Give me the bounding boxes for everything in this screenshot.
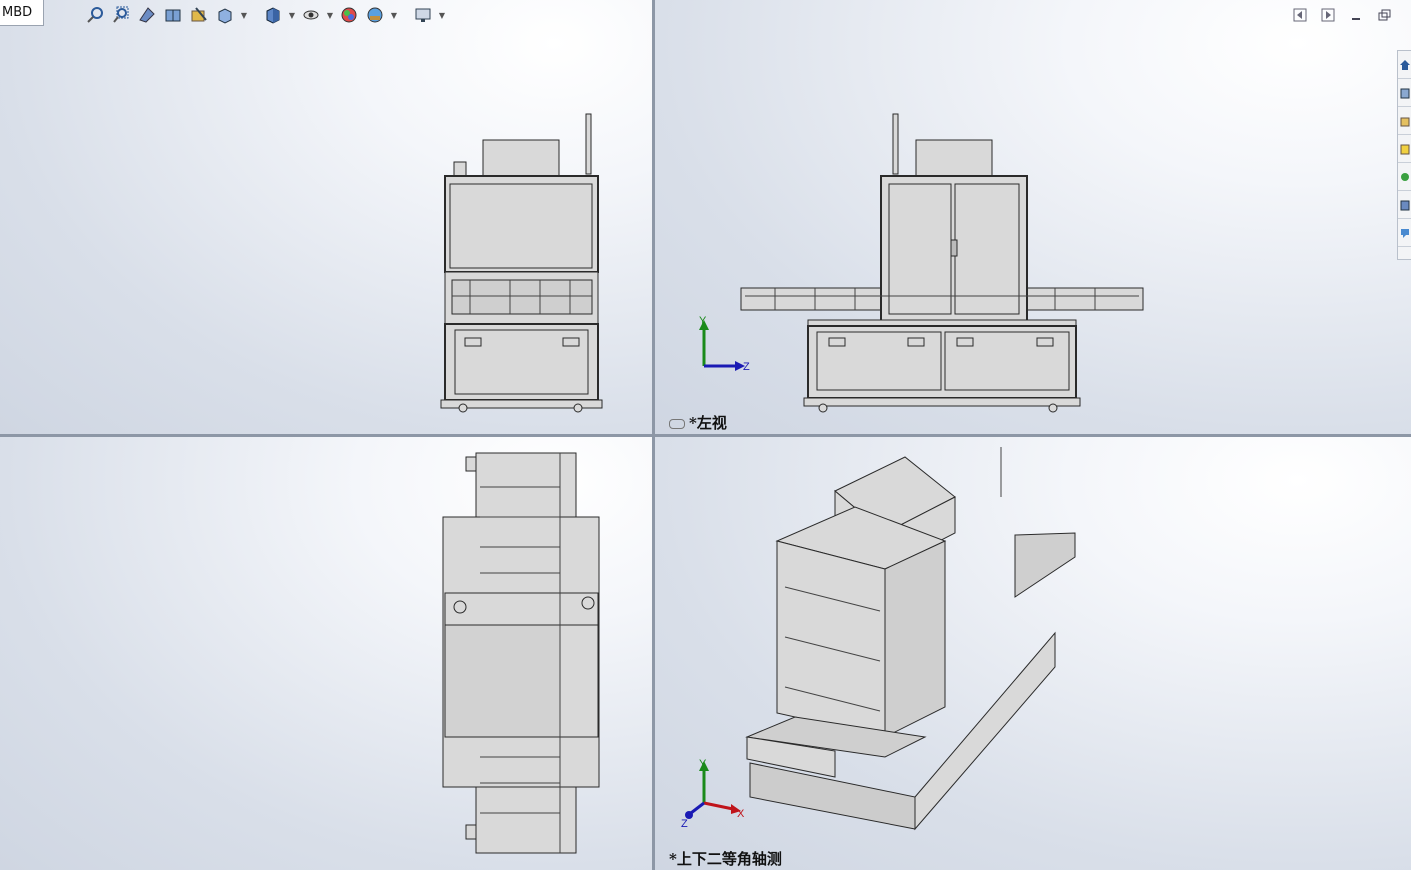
minimize-icon[interactable]	[1347, 6, 1365, 24]
link-views-right-icon[interactable]	[1319, 6, 1337, 24]
chevron-down-icon[interactable]: ▼	[438, 4, 446, 26]
chevron-down-icon[interactable]: ▼	[288, 4, 296, 26]
view-palette-icon[interactable]	[1398, 135, 1411, 163]
view-settings-icon[interactable]	[412, 4, 434, 26]
file-explorer-icon[interactable]	[1398, 107, 1411, 135]
triad-x-label: X	[737, 808, 745, 820]
zoom-to-fit-icon[interactable]	[84, 4, 106, 26]
mbd-tab[interactable]: MBD	[0, 0, 44, 26]
chevron-down-icon[interactable]: ▼	[390, 4, 398, 26]
viewport-front[interactable]	[0, 0, 652, 434]
hide-show-items-icon[interactable]	[300, 4, 322, 26]
front-view-model	[440, 113, 603, 413]
display-style-icon[interactable]	[262, 4, 284, 26]
apply-scene-icon[interactable]	[364, 4, 386, 26]
triad-z-label: Z	[743, 361, 750, 373]
chevron-down-icon[interactable]: ▼	[240, 4, 248, 26]
triad-y-label: Y	[699, 315, 707, 327]
dynamic-annotation-icon[interactable]	[188, 4, 210, 26]
home-icon[interactable]	[1398, 51, 1411, 79]
triad-z-label: Z	[681, 818, 688, 830]
viewport-window-controls	[1291, 6, 1393, 24]
viewport-top[interactable]	[0, 437, 652, 870]
heads-up-view-toolbar: ▼ ▼ ▼ ▼ ▼	[84, 2, 446, 28]
viewport-left[interactable]: Y Z *左视	[655, 0, 1411, 434]
section-view-icon[interactable]	[162, 4, 184, 26]
previous-view-icon[interactable]	[136, 4, 158, 26]
left-view-model: Y Z	[699, 113, 1144, 413]
coordinate-triad: Y Z	[699, 315, 750, 373]
top-view-model	[442, 452, 600, 854]
appearances-icon[interactable]	[1398, 163, 1411, 191]
triad-y-label: Y	[699, 758, 707, 770]
custom-properties-icon[interactable]	[1398, 191, 1411, 219]
glasses-icon	[669, 419, 685, 429]
viewport-divider-horizontal[interactable]	[0, 434, 1411, 437]
forum-icon[interactable]	[1398, 219, 1411, 247]
isometric-view-model: Y X Z	[681, 447, 1076, 831]
viewport-isometric[interactable]: Y X Z *上下二等角轴测	[655, 437, 1411, 870]
edit-appearance-icon[interactable]	[338, 4, 360, 26]
task-pane	[1397, 50, 1411, 260]
chevron-down-icon[interactable]: ▼	[326, 4, 334, 26]
design-library-icon[interactable]	[1398, 79, 1411, 107]
left-view-name: *左视	[689, 414, 727, 432]
link-views-left-icon[interactable]	[1291, 6, 1309, 24]
zoom-to-area-icon[interactable]	[110, 4, 132, 26]
view-orientation-icon[interactable]	[214, 4, 236, 26]
view-label-isometric: *上下二等角轴测	[669, 850, 782, 868]
view-label-left: *左视	[669, 412, 727, 433]
coordinate-triad: Y X Z	[681, 758, 745, 830]
restore-icon[interactable]	[1375, 6, 1393, 24]
